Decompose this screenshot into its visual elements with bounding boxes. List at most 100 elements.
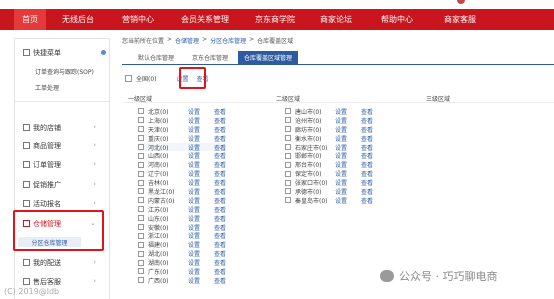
level2-region-view-link[interactable]: 查看 [361, 160, 373, 169]
level1-region-set-link[interactable]: 设置 [188, 276, 200, 285]
level1-region-checkbox[interactable] [138, 250, 144, 257]
level2-region-view-link[interactable]: 查看 [361, 196, 373, 205]
level1-region-set-link[interactable]: 设置 [188, 258, 200, 267]
level2-region-checkbox[interactable] [285, 161, 291, 168]
nav-item-marketing[interactable]: 营销中心 [110, 9, 166, 30]
level1-region-set-link[interactable]: 设置 [188, 231, 200, 240]
level1-region-checkbox[interactable] [138, 188, 144, 195]
level1-region-checkbox[interactable] [138, 268, 144, 275]
nav-item-forum[interactable]: 商家论坛 [306, 9, 366, 30]
level1-region-view-link[interactable]: 查看 [214, 267, 226, 276]
level1-region-set-link[interactable]: 设置 [188, 143, 200, 152]
level1-region-checkbox[interactable] [138, 206, 144, 213]
level1-region-checkbox[interactable] [138, 170, 144, 177]
level1-region-set-link[interactable]: 设置 [188, 160, 200, 169]
level2-region-checkbox[interactable] [285, 135, 291, 142]
level2-region-view-link[interactable]: 查看 [361, 134, 373, 143]
level1-region-set-link[interactable]: 设置 [188, 178, 200, 187]
breadcrumb-link-warehouse[interactable]: 仓储管理 [175, 36, 199, 45]
level1-region-view-link[interactable]: 查看 [214, 151, 226, 160]
level1-region-checkbox[interactable] [138, 197, 144, 204]
level1-region-view-link[interactable]: 查看 [214, 134, 226, 143]
level1-region-checkbox[interactable] [138, 232, 144, 239]
level1-region-checkbox[interactable] [138, 135, 144, 142]
level2-region-set-link[interactable]: 设置 [335, 151, 347, 160]
level1-region-view-link[interactable]: 查看 [214, 214, 226, 223]
level1-region-view-link[interactable]: 查看 [214, 258, 226, 267]
level2-region-set-link[interactable]: 设置 [335, 107, 347, 116]
level1-region-set-link[interactable]: 设置 [188, 196, 200, 205]
level1-region-set-link[interactable]: 设置 [188, 249, 200, 258]
level2-region-set-link[interactable]: 设置 [335, 125, 347, 134]
level2-region-checkbox[interactable] [285, 117, 291, 124]
level1-region-set-link[interactable]: 设置 [188, 214, 200, 223]
level1-region-set-link[interactable]: 设置 [188, 169, 200, 178]
level1-region-checkbox[interactable] [138, 224, 144, 231]
level2-region-set-link[interactable]: 设置 [335, 187, 347, 196]
level2-region-checkbox[interactable] [285, 188, 291, 195]
level1-region-view-link[interactable]: 查看 [214, 160, 226, 169]
level1-region-view-link[interactable]: 查看 [214, 231, 226, 240]
level1-region-checkbox[interactable] [138, 215, 144, 222]
level1-region-checkbox[interactable] [138, 241, 144, 248]
level2-region-view-link[interactable]: 查看 [361, 107, 373, 116]
nav-item-business-school[interactable]: 京东商学院 [244, 9, 306, 30]
level1-region-set-link[interactable]: 设置 [188, 125, 200, 134]
level1-region-set-link[interactable]: 设置 [188, 205, 200, 214]
level1-region-set-link[interactable]: 设置 [188, 267, 200, 276]
tab-jd-warehouse[interactable]: 京东仓库管理 [186, 51, 234, 64]
level1-region-set-link[interactable]: 设置 [188, 116, 200, 125]
level1-region-checkbox[interactable] [138, 126, 144, 133]
sidebar-quick-item-work-order[interactable]: 工单处理 [35, 83, 59, 92]
level2-region-set-link[interactable]: 设置 [335, 143, 347, 152]
level2-region-checkbox[interactable] [285, 170, 291, 177]
level1-region-set-link[interactable]: 设置 [188, 134, 200, 143]
level2-region-set-link[interactable]: 设置 [335, 134, 347, 143]
level2-region-view-link[interactable]: 查看 [361, 116, 373, 125]
level2-region-view-link[interactable]: 查看 [361, 178, 373, 187]
sidebar-item-activity[interactable]: 活动报名 › [15, 197, 109, 210]
nav-item-service[interactable]: 商家客服 [428, 9, 492, 30]
level1-region-checkbox[interactable] [138, 144, 144, 150]
level2-region-view-link[interactable]: 查看 [361, 125, 373, 134]
level1-region-checkbox[interactable] [138, 117, 144, 124]
level1-region-view-link[interactable]: 查看 [214, 249, 226, 258]
sidebar-item-my-store[interactable]: 我的店铺 › [15, 121, 109, 134]
level2-region-set-link[interactable]: 设置 [335, 116, 347, 125]
level2-region-checkbox[interactable] [285, 108, 291, 115]
sidebar-quick-item-order-tracking[interactable]: 订单查询与跟踪(SOP) [35, 67, 94, 76]
level1-region-view-link[interactable]: 查看 [214, 169, 226, 178]
tab-coverage-area[interactable]: 仓库覆盖区域管理 [238, 51, 299, 64]
level1-region-set-link[interactable]: 设置 [188, 223, 200, 232]
level1-region-view-link[interactable]: 查看 [214, 107, 226, 116]
level2-region-set-link[interactable]: 设置 [335, 169, 347, 178]
level2-region-checkbox[interactable] [285, 126, 291, 133]
level1-region-view-link[interactable]: 查看 [214, 223, 226, 232]
level2-region-checkbox[interactable] [285, 152, 291, 159]
level1-region-set-link[interactable]: 设置 [188, 187, 200, 196]
nav-item-home[interactable]: 首页 [14, 9, 46, 30]
level2-region-view-link[interactable]: 查看 [361, 169, 373, 178]
tab-default-warehouse[interactable]: 默认仓库管理 [132, 51, 180, 64]
breadcrumb-link-zone[interactable]: 分区仓库管理 [210, 36, 246, 45]
level1-region-view-link[interactable]: 查看 [214, 178, 226, 187]
level1-region-checkbox[interactable] [138, 179, 144, 186]
sidebar-item-products[interactable]: 商品管理 › [15, 139, 109, 152]
level1-region-view-link[interactable]: 查看 [214, 196, 226, 205]
level2-region-checkbox[interactable] [285, 179, 291, 186]
gear-icon[interactable] [101, 50, 106, 55]
level2-region-checkbox[interactable] [285, 197, 291, 204]
level1-region-checkbox[interactable] [138, 161, 144, 168]
nav-item-member-crm[interactable]: 会员关系管理 [166, 9, 244, 30]
sidebar-item-orders[interactable]: 订单管理 › [15, 158, 109, 171]
nav-item-mobile-backend[interactable]: 无线后台 [46, 9, 110, 30]
sidebar-item-delivery[interactable]: 我的配送 › [15, 256, 109, 269]
sidebar-quick-menu[interactable]: 快捷菜单 [15, 46, 109, 59]
nav-item-help[interactable]: 帮助中心 [366, 9, 428, 30]
level1-region-set-link[interactable]: 设置 [188, 107, 200, 116]
level1-region-view-link[interactable]: 查看 [214, 240, 226, 249]
level2-region-checkbox[interactable] [285, 144, 291, 150]
level1-region-view-link[interactable]: 查看 [214, 187, 226, 196]
national-checkbox[interactable] [125, 74, 132, 82]
sidebar-item-promotion[interactable]: 促销推广 › [15, 178, 109, 191]
